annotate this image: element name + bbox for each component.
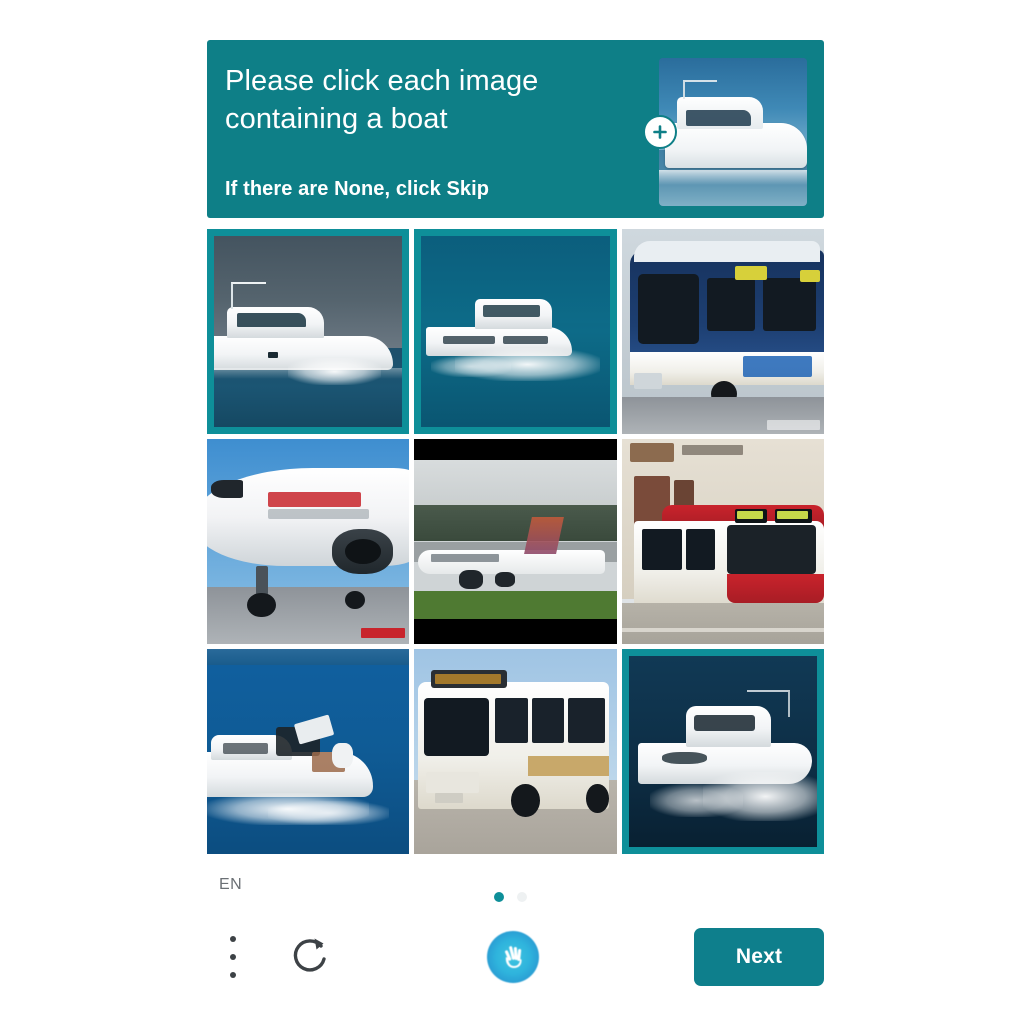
menu-dot-3 bbox=[230, 972, 236, 978]
prompt-header: Please click each image containing a boa… bbox=[207, 40, 824, 218]
refresh-icon[interactable] bbox=[289, 932, 333, 985]
image-tile-5[interactable] bbox=[621, 439, 824, 644]
image-tile-1[interactable] bbox=[414, 229, 617, 434]
tile-7-scene bbox=[414, 649, 617, 854]
tile-1-scene bbox=[414, 229, 617, 434]
tile-2-scene bbox=[621, 229, 824, 434]
example-mast bbox=[682, 79, 718, 100]
image-tile-3[interactable] bbox=[207, 439, 410, 644]
tile-0-scene bbox=[207, 229, 410, 434]
image-tile-2[interactable] bbox=[621, 229, 824, 434]
image-tile-4[interactable] bbox=[414, 439, 617, 644]
prompt-sub-text: If there are None, click Skip bbox=[225, 178, 490, 200]
language-label[interactable]: EN bbox=[219, 876, 242, 894]
tile-8-scene bbox=[621, 649, 824, 854]
menu-dot-2 bbox=[230, 954, 236, 960]
pagination-dots bbox=[494, 892, 527, 902]
footer-bar: EN Next bbox=[207, 854, 824, 1004]
more-vertical-icon[interactable] bbox=[229, 936, 237, 978]
prompt-main-text: Please click each image containing a boa… bbox=[225, 65, 539, 135]
next-button[interactable]: Next bbox=[694, 928, 824, 986]
plus-circle-icon[interactable] bbox=[643, 115, 677, 149]
menu-dot-1 bbox=[230, 936, 236, 942]
tile-3-scene bbox=[207, 439, 410, 644]
image-tile-7[interactable] bbox=[414, 649, 617, 854]
tile-5-scene bbox=[621, 439, 824, 644]
example-hull bbox=[664, 123, 807, 168]
captcha-widget: Please click each image containing a boa… bbox=[207, 40, 824, 1004]
pagination-dot-2[interactable] bbox=[517, 892, 527, 902]
hand-icon[interactable] bbox=[487, 931, 539, 983]
image-tile-6[interactable] bbox=[207, 649, 410, 854]
image-tile-8[interactable] bbox=[621, 649, 824, 854]
footer-icon-row: Next bbox=[207, 926, 824, 988]
image-grid bbox=[207, 229, 824, 854]
tile-4-scene bbox=[414, 439, 617, 644]
example-window bbox=[685, 109, 751, 127]
tile-6-scene bbox=[207, 649, 410, 854]
image-tile-0[interactable] bbox=[207, 229, 410, 434]
example-image[interactable] bbox=[643, 58, 807, 206]
example-thumbnail bbox=[659, 58, 807, 206]
pagination-dot-1[interactable] bbox=[494, 892, 504, 902]
example-wake bbox=[659, 170, 807, 186]
